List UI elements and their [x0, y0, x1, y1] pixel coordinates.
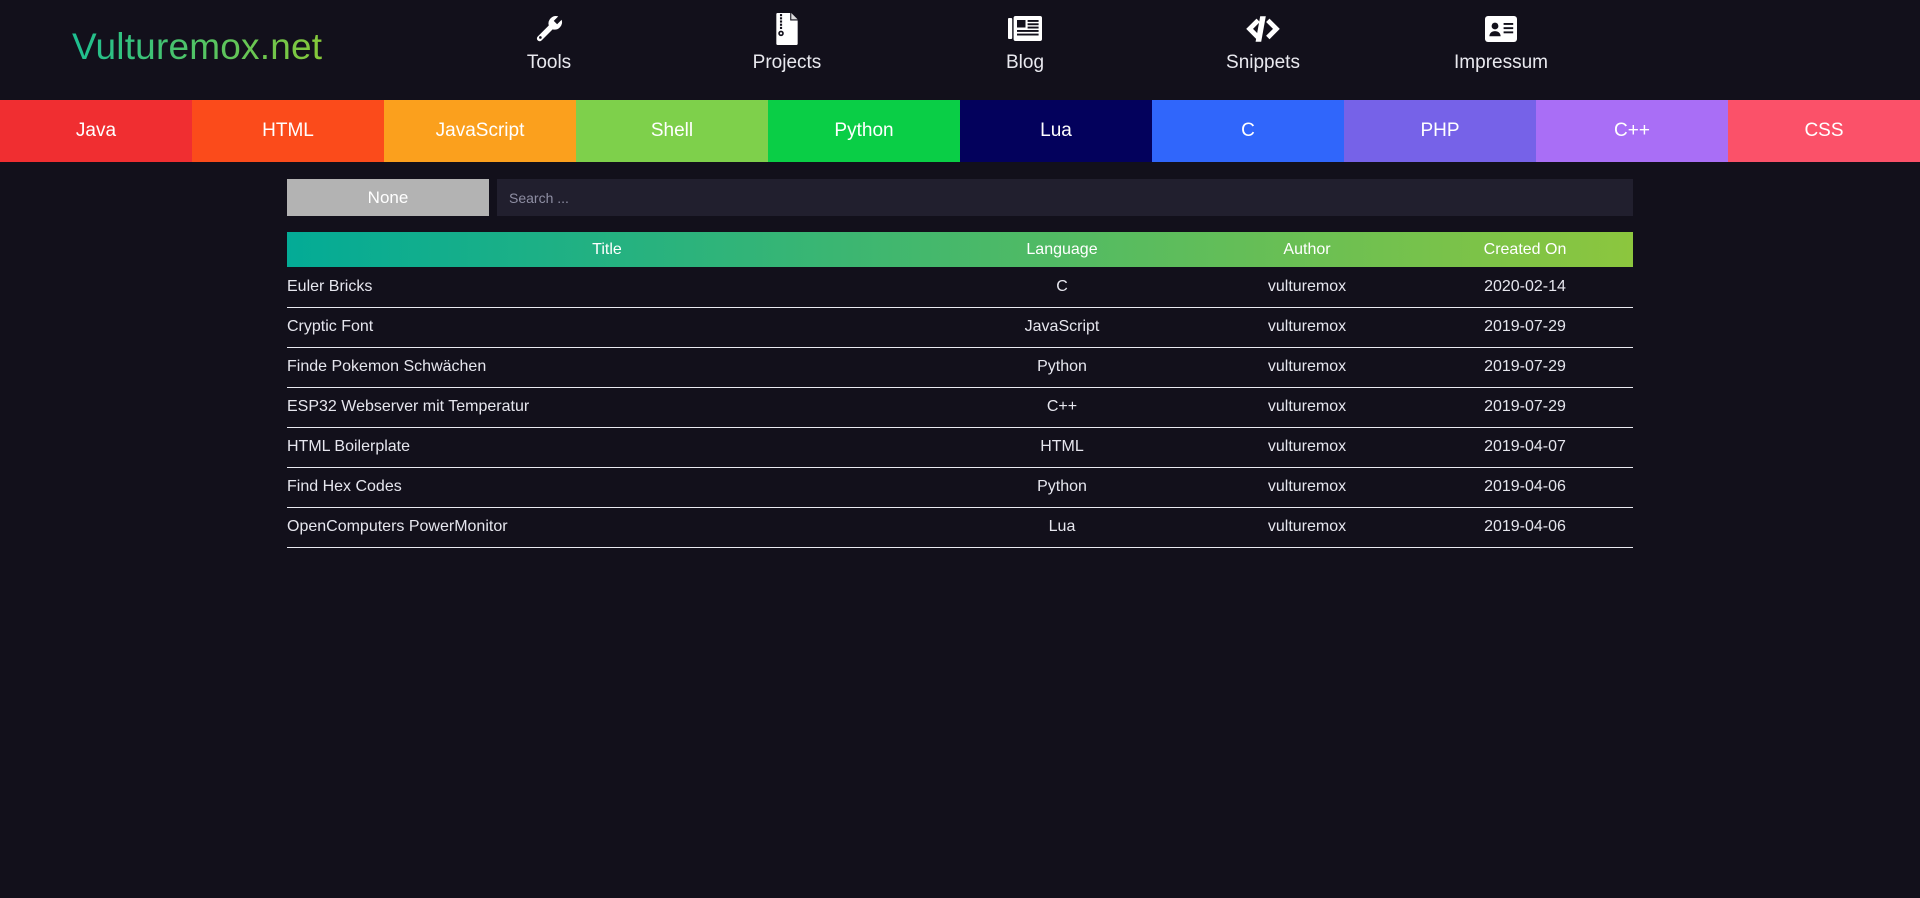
table-header: Title Language Author Created On [287, 232, 1633, 267]
language-tab-javascript[interactable]: JavaScript [384, 100, 576, 162]
language-tab-label: Lua [1040, 120, 1072, 141]
language-tab-label: CSS [1804, 120, 1844, 141]
language-tab-php[interactable]: PHP [1344, 100, 1536, 162]
language-tab-label: C++ [1614, 120, 1650, 141]
filter-row: None [287, 179, 1633, 216]
table-row[interactable]: Cryptic Font JavaScript vulturemox 2019-… [287, 307, 1633, 348]
cell-language: HTML [927, 427, 1197, 468]
file-archive-icon [774, 12, 800, 46]
cell-created: 2019-04-06 [1417, 467, 1633, 508]
cell-author: vulturemox [1197, 267, 1417, 308]
nav-label: Snippets [1226, 52, 1300, 73]
language-filter-button[interactable]: None [287, 179, 489, 216]
cell-title[interactable]: ESP32 Webserver mit Temperatur [287, 387, 927, 428]
table-row[interactable]: HTML Boilerplate HTML vulturemox 2019-04… [287, 427, 1633, 468]
cell-created: 2019-04-07 [1417, 427, 1633, 468]
cell-author: vulturemox [1197, 347, 1417, 388]
language-tab-java[interactable]: Java [0, 100, 192, 162]
cell-created: 2020-02-14 [1417, 267, 1633, 308]
nav-label: Blog [1005, 52, 1045, 73]
table-body: Euler Bricks C vulturemox 2020-02-14 Cry… [287, 267, 1633, 548]
top-navigation-bar: Vulturemox.net Tools Projects Blog Snipp… [0, 0, 1920, 100]
column-header-author[interactable]: Author [1197, 232, 1417, 267]
main-content: None Title Language Author Created On Eu… [0, 162, 1920, 548]
language-tab-label: Java [75, 120, 117, 141]
cell-title[interactable]: Finde Pokemon Schwächen [287, 347, 927, 388]
cell-title[interactable]: OpenComputers PowerMonitor [287, 507, 927, 548]
wrench-icon [534, 12, 564, 46]
language-tab-label: Shell [650, 120, 694, 141]
nav-label: Tools [526, 52, 572, 73]
cell-author: vulturemox [1197, 387, 1417, 428]
nav-item-snippets[interactable]: Snippets [1144, 0, 1382, 74]
snippets-panel: None Title Language Author Created On Eu… [287, 179, 1633, 548]
language-tab-shell[interactable]: Shell [576, 100, 768, 162]
cell-created: 2019-07-29 [1417, 347, 1633, 388]
language-tab-css[interactable]: CSS [1728, 100, 1920, 162]
search-input[interactable] [497, 179, 1633, 216]
language-tab-c[interactable]: C [1152, 100, 1344, 162]
main-nav: Tools Projects Blog Snippets Impressum [430, 0, 1620, 100]
nav-item-blog[interactable]: Blog [906, 0, 1144, 74]
language-tab-label: HTML [262, 120, 314, 141]
snippets-table: Title Language Author Created On Euler B… [287, 232, 1633, 548]
cell-language: JavaScript [927, 307, 1197, 348]
language-tab-python[interactable]: Python [768, 100, 960, 162]
cell-author: vulturemox [1197, 427, 1417, 468]
cell-language: Lua [927, 507, 1197, 548]
language-tab-bar: Java HTML JavaScript Shell Python Lua C … [0, 100, 1920, 162]
code-brackets-icon [1245, 12, 1281, 46]
cell-created: 2019-07-29 [1417, 387, 1633, 428]
cell-language: C++ [927, 387, 1197, 428]
cell-title[interactable]: Find Hex Codes [287, 467, 927, 508]
cell-title[interactable]: HTML Boilerplate [287, 427, 927, 468]
site-logo[interactable]: Vulturemox.net [72, 26, 322, 68]
cell-created: 2019-07-29 [1417, 307, 1633, 348]
cell-created: 2019-04-06 [1417, 507, 1633, 548]
column-header-title[interactable]: Title [287, 232, 927, 267]
language-tab-label: JavaScript [435, 120, 525, 141]
language-tab-label: Python [834, 120, 894, 141]
column-header-language[interactable]: Language [927, 232, 1197, 267]
table-row[interactable]: ESP32 Webserver mit Temperatur C++ vultu… [287, 387, 1633, 428]
cell-language: Python [927, 467, 1197, 508]
cell-author: vulturemox [1197, 307, 1417, 348]
language-tab-html[interactable]: HTML [192, 100, 384, 162]
cell-language: C [927, 267, 1197, 308]
search-field-wrapper [497, 179, 1633, 216]
language-tab-lua[interactable]: Lua [960, 100, 1152, 162]
table-row[interactable]: OpenComputers PowerMonitor Lua vulturemo… [287, 507, 1633, 548]
id-card-icon [1485, 12, 1517, 46]
language-tab-label: C [1241, 120, 1255, 141]
table-row[interactable]: Finde Pokemon Schwächen Python vulturemo… [287, 347, 1633, 388]
language-tab-label: PHP [1420, 120, 1460, 141]
table-row[interactable]: Find Hex Codes Python vulturemox 2019-04… [287, 467, 1633, 508]
newspaper-icon [1008, 12, 1042, 46]
nav-item-projects[interactable]: Projects [668, 0, 906, 74]
column-header-created-on[interactable]: Created On [1417, 232, 1633, 267]
cell-author: vulturemox [1197, 467, 1417, 508]
cell-author: vulturemox [1197, 507, 1417, 548]
nav-label: Impressum [1454, 52, 1548, 73]
table-header-row: Title Language Author Created On [287, 232, 1633, 267]
language-tab-cpp[interactable]: C++ [1536, 100, 1728, 162]
nav-label: Projects [752, 52, 822, 73]
nav-item-tools[interactable]: Tools [430, 0, 668, 74]
nav-item-impressum[interactable]: Impressum [1382, 0, 1620, 74]
cell-language: Python [927, 347, 1197, 388]
cell-title[interactable]: Euler Bricks [287, 267, 927, 308]
cell-title[interactable]: Cryptic Font [287, 307, 927, 348]
table-row[interactable]: Euler Bricks C vulturemox 2020-02-14 [287, 267, 1633, 308]
